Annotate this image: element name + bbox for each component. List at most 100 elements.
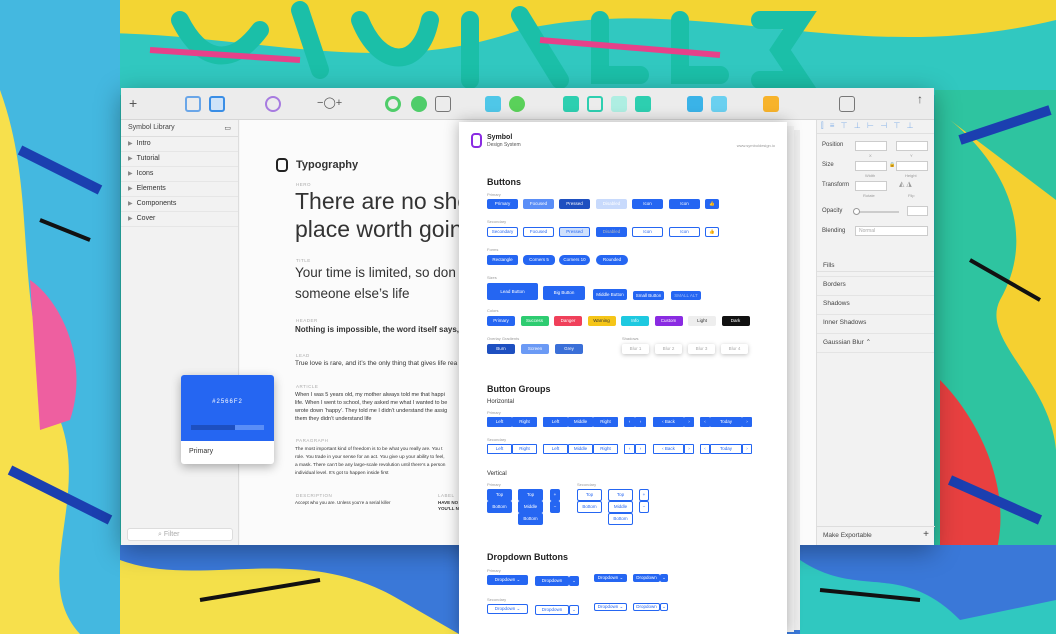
intersect-icon[interactable] (563, 96, 579, 112)
backward-icon[interactable] (635, 96, 651, 112)
sidebar-item-tutorial[interactable]: ▶ Tutorial (121, 152, 238, 167)
chevron-right-icon[interactable]: › (742, 417, 752, 427)
vertical-top[interactable]: Top (608, 489, 633, 501)
share-icon[interactable]: ↑ (917, 92, 933, 108)
chevron-right-icon[interactable]: › (684, 444, 694, 454)
vertical-bottom[interactable]: Bottom (608, 513, 633, 525)
color-button-custom[interactable]: Custom (654, 316, 683, 326)
today-button[interactable]: Today (710, 417, 742, 427)
dropdown-button-split[interactable]: Dropdown (535, 576, 569, 586)
mask-icon[interactable] (435, 96, 451, 112)
filter-input[interactable]: ⌕ Filter (127, 528, 233, 541)
view-icon[interactable] (839, 96, 855, 112)
dropdown-button-small[interactable]: Dropdown ⌄ (594, 603, 627, 611)
primary-button-2[interactable]: Pressed (559, 199, 590, 209)
zoom-icon[interactable]: −◯+ (317, 96, 347, 112)
primary-button-0[interactable]: Primary (487, 199, 518, 209)
rotate-icon[interactable] (385, 96, 401, 112)
vertical-bottom[interactable]: Bottom (487, 501, 512, 513)
group-middle[interactable]: Middle (568, 444, 593, 454)
overlay-button-screen[interactable]: Screen (521, 344, 549, 354)
back-button[interactable]: ‹ Back (653, 444, 684, 454)
export-down-icon[interactable] (711, 96, 727, 112)
borders-section[interactable]: Borders (817, 277, 934, 296)
color-button-light[interactable]: Light (688, 316, 716, 326)
insert-icon[interactable]: + (129, 96, 145, 112)
group-right[interactable]: Right (593, 444, 618, 454)
chevron-right-icon[interactable]: › (635, 417, 646, 427)
symbol-library-header[interactable]: Symbol Library ▭ (121, 120, 238, 137)
chevron-down-icon[interactable]: ⌄ (660, 603, 668, 611)
chevron-left-icon[interactable]: ‹ (700, 417, 710, 427)
chevron-right-icon[interactable]: › (684, 417, 694, 427)
shadow-button-1[interactable]: Blur 2 (655, 344, 682, 354)
vertical-bottom[interactable]: Bottom (518, 513, 543, 525)
form-button-0[interactable]: Rectangle (487, 255, 518, 265)
color-button-warning[interactable]: Warning (587, 316, 616, 326)
forward-icon[interactable] (611, 96, 627, 112)
color-button-success[interactable]: Success (520, 316, 549, 326)
vertical-top[interactable]: Top (487, 489, 512, 501)
color-button-danger[interactable]: Danger (554, 316, 582, 326)
opacity-field[interactable] (907, 206, 928, 216)
vertical-middle[interactable]: Middle (518, 501, 543, 513)
chevron-right-icon[interactable]: › (742, 444, 752, 454)
gaussian-blur-section[interactable]: Gaussian Blur ⌃ (817, 334, 934, 353)
width-field[interactable] (855, 161, 887, 171)
group-left[interactable]: Left (487, 417, 512, 427)
inner-shadows-section[interactable]: Inner Shadows (817, 315, 934, 334)
overlay-button-burn[interactable]: Burn (487, 344, 515, 354)
vertical-minus-icon[interactable]: − (550, 501, 560, 513)
chevron-down-icon[interactable]: ⌄ (569, 605, 579, 615)
secondary-button-4[interactable]: Icon (632, 227, 663, 237)
sketch-icon[interactable] (763, 96, 779, 112)
disclosure-icon[interactable]: ▶ (128, 171, 133, 177)
lock-icon[interactable]: 🔒 (889, 162, 895, 168)
primary-button-5[interactable]: Icon (669, 199, 700, 209)
group-right[interactable]: Right (512, 444, 537, 454)
group-right[interactable]: Right (593, 417, 618, 427)
color-button-info[interactable]: Info (621, 316, 649, 326)
group-middle[interactable]: Middle (568, 417, 593, 427)
union-icon[interactable] (485, 96, 501, 112)
secondary-button-2[interactable]: Pressed (559, 227, 590, 237)
sidebar-item-intro[interactable]: ▶ Intro (121, 137, 238, 152)
disclosure-icon[interactable]: ▶ (128, 201, 133, 207)
vertical-middle[interactable]: Middle (608, 501, 633, 513)
overlay-button-grey[interactable]: Grey (555, 344, 583, 354)
shadow-button-0[interactable]: Blur 1 (622, 344, 649, 354)
disclosure-icon[interactable]: ▶ (128, 156, 133, 162)
dropdown-button[interactable]: Dropdown ⌄ (487, 575, 528, 585)
chevron-left-icon[interactable]: ‹ (624, 417, 635, 427)
color-button-primary[interactable]: Primary (487, 316, 515, 326)
form-button-3[interactable]: Rounded (596, 255, 628, 265)
lead-button[interactable]: Lead Button (487, 283, 538, 300)
dropdown-button-small-split[interactable]: Dropdown (633, 574, 660, 582)
sidebar-item-components[interactable]: ▶ Components (121, 197, 238, 212)
color-button-dark[interactable]: Dark (721, 316, 750, 326)
disclosure-icon[interactable]: ▶ (128, 186, 133, 192)
primary-button-6[interactable]: 👍 (705, 199, 719, 209)
sidebar-item-cover[interactable]: ▶ Cover (121, 212, 238, 227)
small-button[interactable]: Small Button (633, 291, 664, 300)
sidebar-item-elements[interactable]: ▶ Elements (121, 182, 238, 197)
today-button[interactable]: Today (710, 444, 742, 454)
group-icon[interactable] (185, 96, 201, 112)
vertical-bottom[interactable]: Bottom (577, 501, 602, 513)
dropdown-button-split[interactable]: Dropdown (535, 605, 569, 615)
rotate-field[interactable] (855, 181, 887, 191)
ungroup-icon[interactable] (209, 96, 225, 112)
vertical-plus-icon[interactable]: + (639, 489, 649, 501)
vertical-top[interactable]: Top (518, 489, 543, 501)
vertical-minus-icon[interactable]: − (639, 501, 649, 513)
symbol-icon[interactable] (265, 96, 281, 112)
add-export-icon[interactable]: + (923, 529, 929, 540)
shadows-section[interactable]: Shadows (817, 296, 934, 315)
opacity-slider-knob[interactable] (853, 208, 860, 215)
chevron-left-icon[interactable]: ‹ (624, 444, 635, 454)
secondary-button-0[interactable]: Secondary (487, 227, 518, 237)
flatten-icon[interactable] (411, 96, 427, 112)
vertical-top[interactable]: Top (577, 489, 602, 501)
y-field[interactable] (896, 141, 928, 151)
secondary-button-3[interactable]: Disabled (596, 227, 627, 237)
